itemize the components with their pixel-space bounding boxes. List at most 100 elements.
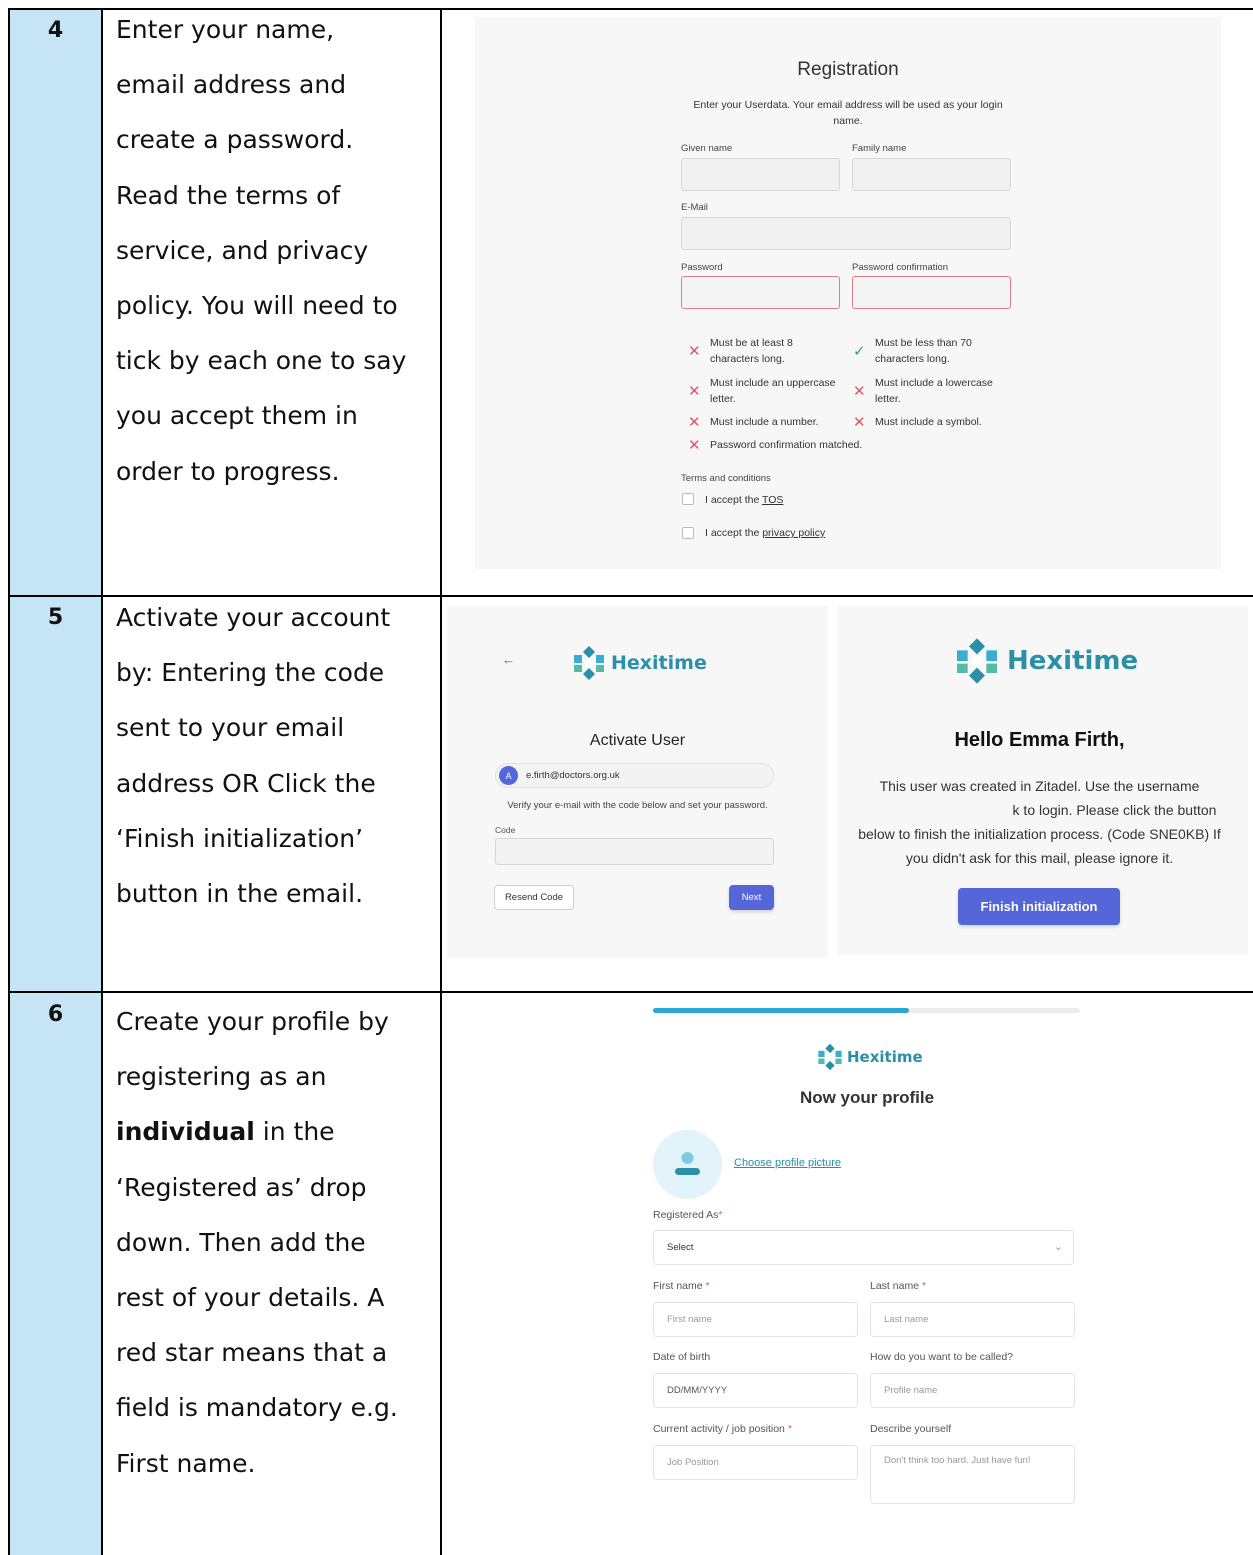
intro-line: Enter your Userdata. Your email address … [693, 99, 1003, 111]
fail-x-icon: ✕ [688, 342, 701, 360]
email-greeting: Hello Emma Firth, [954, 729, 1125, 751]
tos-link[interactable]: TOS [762, 494, 783, 506]
step-6-instructions: Create your profile by registering as an… [116, 994, 434, 1491]
dob-input[interactable]: DD/MM/YYYY [653, 1373, 858, 1408]
choose-profile-picture-link[interactable]: Choose profile picture [734, 1157, 841, 1169]
password-confirm-input[interactable] [852, 276, 1011, 309]
req-line: Must be at least 8 [710, 337, 793, 349]
hexitime-logo-icon [957, 638, 997, 684]
step-number-column [8, 8, 103, 1555]
given-name-input[interactable] [681, 158, 840, 191]
label-text: First name [653, 1280, 703, 1292]
activate-title: Activate User [589, 732, 686, 749]
step-number-5: 5 [47, 605, 64, 630]
req-line: characters long. [875, 353, 950, 365]
row-divider-5-6 [8, 991, 1253, 993]
instruction-line: sent to your email [116, 713, 345, 743]
activate-user-screenshot: ← Hexitime Activate User A e.firth@docto… [447, 606, 828, 958]
instruction-line: field is mandatory e.g. [116, 1393, 398, 1423]
registration-intro: Enter your Userdata. Your email address … [475, 97, 1221, 129]
password-label: Password [681, 262, 723, 273]
pass-check-icon: ✓ [853, 342, 866, 360]
req-line: Must include an uppercase [710, 377, 836, 389]
email-input[interactable] [681, 217, 1011, 250]
intro-line: name. [833, 115, 863, 127]
instruction-line: create a password. [116, 125, 354, 155]
instruction-line: First name. [116, 1448, 256, 1478]
required-star: * [921, 1280, 927, 1292]
first-name-input[interactable]: First name [653, 1302, 858, 1337]
brand-name: Hexitime [1007, 646, 1139, 676]
next-button[interactable]: Next [729, 885, 774, 910]
dob-label: Date of birth [653, 1351, 711, 1363]
finish-initialization-button[interactable]: Finish initialization [958, 888, 1120, 925]
requirement-confirm-match: Password confirmation matched. [710, 439, 863, 451]
req-line: letter. [875, 393, 901, 405]
fail-x-icon: ✕ [688, 436, 701, 454]
instruction-line: you accept them in [116, 401, 358, 431]
last-name-input[interactable]: Last name [870, 1302, 1075, 1337]
brand-name: Hexitime [847, 1048, 923, 1066]
user-email: e.firth@doctors.org.uk [526, 770, 620, 781]
instruction-line: Create your profile by [116, 1007, 389, 1036]
instruction-line: red star means that a [116, 1338, 388, 1368]
tos-label: I accept the TOS [705, 492, 783, 508]
describe-textarea[interactable]: Don't think too hard. Just have fun! [870, 1445, 1075, 1504]
privacy-checkbox[interactable] [682, 527, 694, 539]
registered-as-select[interactable]: Select ⌄ [653, 1230, 1074, 1265]
email-label: E-Mail [681, 202, 708, 213]
req-line: Must be less than 70 [875, 337, 972, 349]
instruction-line: button in the email. [116, 879, 364, 909]
family-name-label: Family name [852, 143, 907, 154]
column-divider-2 [440, 8, 442, 1555]
given-name-label: Given name [681, 143, 733, 154]
resend-code-button[interactable]: Resend Code [494, 885, 574, 910]
hexitime-logo: Hexitime [571, 644, 707, 682]
job-position-input[interactable]: Job Position [653, 1445, 858, 1480]
required-star: * [718, 1209, 723, 1221]
progress-track [653, 1008, 1080, 1013]
user-email-chip: A e.firth@doctors.org.uk [495, 763, 774, 788]
password-input[interactable] [681, 276, 840, 309]
select-value: Select [667, 1242, 694, 1253]
label-text: Last name [870, 1280, 920, 1292]
label-text: Current activity / job position [653, 1423, 785, 1435]
hexitime-logo: Hexitime [816, 1042, 923, 1072]
requirement-max-length: Must be less than 70 characters long. [875, 335, 972, 367]
registration-screenshot: Registration Enter your Userdata. Your e… [475, 17, 1221, 569]
user-silhouette-icon [675, 1152, 700, 1175]
last-name-label: Last name * [870, 1280, 926, 1292]
required-star: * [787, 1423, 792, 1435]
first-name-label: First name * [653, 1280, 710, 1292]
instruction-line: by: Entering the code [116, 658, 385, 688]
instruction-line: Read the terms of [116, 180, 341, 210]
profile-screenshot: Hexitime Now your profile Choose profile… [642, 1000, 1082, 1555]
requirement-symbol: Must include a symbol. [875, 416, 982, 428]
describe-label: Describe yourself [870, 1423, 952, 1435]
req-line: letter. [710, 393, 736, 405]
back-arrow-icon[interactable]: ← [502, 652, 515, 667]
instruction-line: tick by each one to say [116, 346, 407, 376]
profile-picture-avatar[interactable] [653, 1130, 722, 1199]
email-screenshot: Hexitime Hello Emma Firth, This user was… [837, 606, 1248, 955]
privacy-label: I accept the privacy policy [705, 525, 825, 541]
progress-fill [653, 1008, 910, 1013]
family-name-input[interactable] [852, 158, 1011, 191]
instruction-line: rest of your details. A [116, 1283, 385, 1313]
instruction-line: email address and [116, 70, 347, 100]
code-input[interactable] [495, 838, 774, 865]
requirement-number: Must include a number. [710, 416, 819, 428]
required-star: * [705, 1280, 710, 1292]
email-body: This user was created in Zitadel. Use th… [837, 774, 1242, 870]
instruction-line: Enter your name, [116, 15, 335, 44]
instruction-line: address OR Click the [116, 768, 376, 798]
instruction-line: registering as an [116, 1062, 327, 1092]
table-border-left [8, 8, 10, 1555]
instruction-line: ‘Finish initialization’ [116, 823, 364, 853]
tos-checkbox[interactable] [682, 493, 694, 505]
password-confirm-label: Password confirmation [852, 262, 949, 273]
fail-x-icon: ✕ [688, 413, 701, 431]
instruction-fragment: in the [254, 1117, 335, 1147]
profile-name-input[interactable]: Profile name [870, 1373, 1075, 1408]
privacy-link[interactable]: privacy policy [762, 527, 825, 539]
